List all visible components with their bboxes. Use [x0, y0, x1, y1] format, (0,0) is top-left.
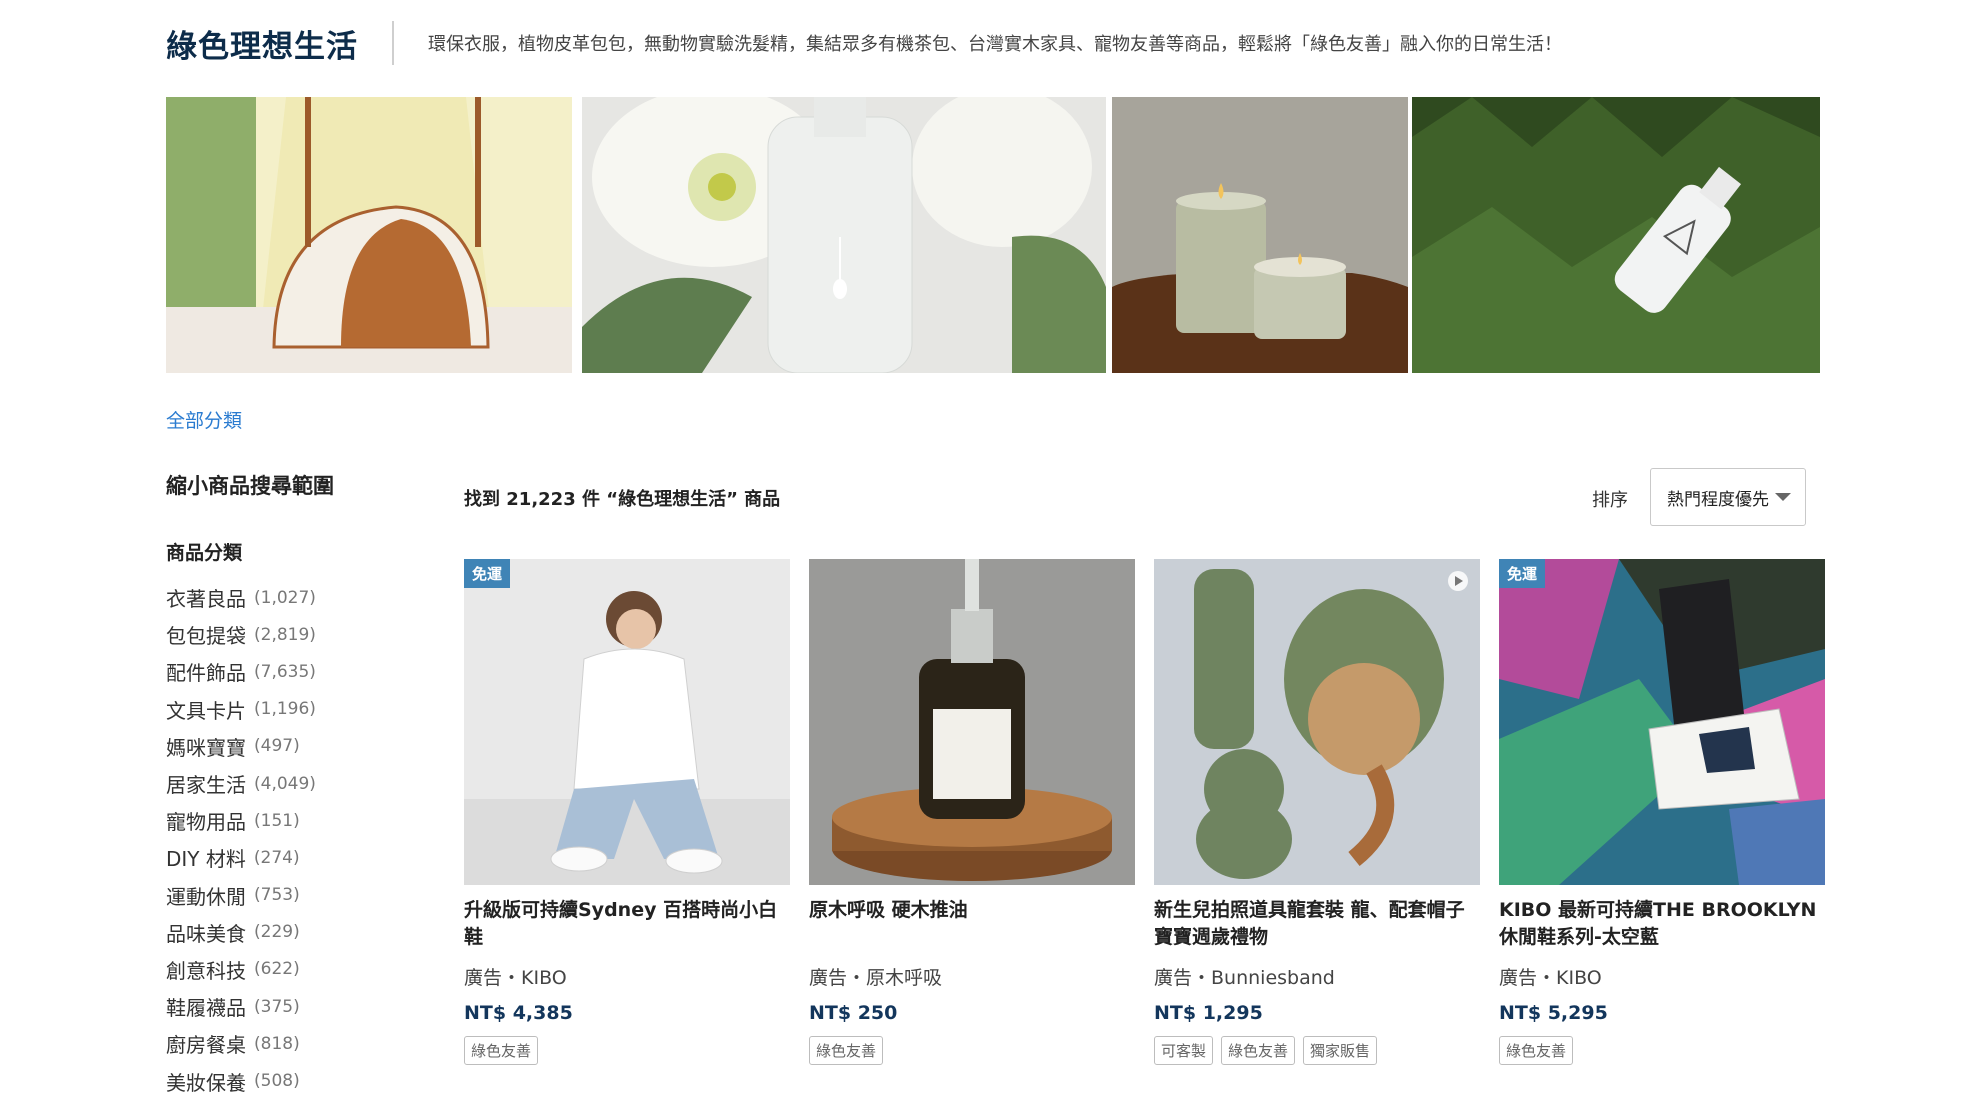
category-label: 文具卡片: [166, 698, 246, 723]
category-count: (4,049): [254, 773, 316, 794]
results-count: 找到 21,223 件 “綠色理想生活” 商品: [464, 489, 781, 510]
filter-heading: 縮小商品搜尋範圍: [166, 474, 334, 498]
product-price: NT$ 250: [809, 1002, 898, 1024]
banner-image-bag[interactable]: [166, 97, 572, 373]
category-label: DIY 材料: [166, 847, 246, 872]
product-tags: 綠色友善: [809, 1036, 1135, 1065]
category-label: 品味美食: [166, 921, 246, 946]
product-shop[interactable]: 廣告・KIBO: [1499, 963, 1825, 990]
page-subtitle: 環保衣服，植物皮革包包，無動物實驗洗髮精，集結眾多有機茶包、台灣實木家具、寵物友…: [428, 34, 1562, 55]
banner-image-bottle-grass[interactable]: [1412, 97, 1820, 373]
category-count: (7,635): [254, 661, 316, 682]
product-card[interactable]: 新生兒拍照道具龍套裝 龍、配套帽子 寶寶週歲禮物 廣告・Bunniesband …: [1154, 559, 1480, 1065]
page-header: 綠色理想生活 環保衣服，植物皮革包包，無動物實驗洗髮精，集結眾多有機茶包、台灣實…: [166, 20, 1562, 66]
product-name[interactable]: 原木呼吸 硬木推油: [809, 897, 1135, 953]
product-price: NT$ 5,295: [1499, 1002, 1608, 1024]
product-image[interactable]: [809, 559, 1135, 885]
product-card[interactable]: 原木呼吸 硬木推油 廣告・原木呼吸 NT$ 250 綠色友善: [809, 559, 1135, 1065]
category-item[interactable]: DIY 材料 (274): [166, 839, 466, 876]
category-label: 創意科技: [166, 958, 246, 983]
product-name[interactable]: 升級版可持續Sydney 百搭時尚小白鞋: [464, 897, 790, 953]
category-count: (1,027): [254, 587, 316, 608]
category-label: 美妝保養: [166, 1070, 246, 1095]
product-price: NT$ 1,295: [1154, 1002, 1263, 1024]
category-label: 媽咪寶寶: [166, 735, 246, 760]
banner-image-haircare[interactable]: [582, 97, 1106, 373]
product-tags: 可客製 綠色友善 獨家販售: [1154, 1036, 1480, 1065]
category-label: 衣著良品: [166, 587, 246, 612]
category-count: (151): [254, 810, 300, 831]
category-count: (497): [254, 736, 300, 757]
category-item[interactable]: 文具卡片 (1,196): [166, 691, 466, 728]
product-image[interactable]: 免運: [464, 559, 790, 885]
category-item[interactable]: 廚房餐桌 (818): [166, 1025, 466, 1062]
category-label: 居家生活: [166, 773, 246, 798]
category-count: (508): [254, 1071, 300, 1092]
category-item[interactable]: 運動休閒 (753): [166, 877, 466, 914]
category-list: 衣著良品 (1,027) 包包提袋 (2,819) 配件飾品 (7,635) 文具卡片 (1,…: [166, 579, 466, 1100]
filter-sidebar: 縮小商品搜尋範圍 商品分類 衣著良品 (1,027) 包包提袋 (2,819) 配件飾品…: [166, 470, 466, 1100]
category-label: 配件飾品: [166, 661, 246, 686]
product-tags: 綠色友善: [464, 1036, 790, 1065]
product-tag: 獨家販售: [1303, 1036, 1378, 1065]
category-item[interactable]: 媽咪寶寶 (497): [166, 728, 466, 765]
category-count: (818): [254, 1033, 300, 1054]
banner-image-candles[interactable]: [1112, 97, 1408, 373]
product-price: NT$ 4,385: [464, 1002, 573, 1024]
category-label: 運動休閒: [166, 884, 246, 909]
category-item[interactable]: 包包提袋 (2,819): [166, 616, 466, 653]
category-item[interactable]: 衣著良品 (1,027): [166, 579, 466, 616]
page-title: 綠色理想生活: [166, 28, 358, 65]
play-icon[interactable]: [1448, 571, 1468, 591]
category-count: (229): [254, 922, 300, 943]
category-count: (1,196): [254, 699, 316, 720]
category-item[interactable]: 美妝保養 (508): [166, 1062, 466, 1099]
category-item[interactable]: 配件飾品 (7,635): [166, 653, 466, 690]
category-label: 廚房餐桌: [166, 1033, 246, 1058]
category-count: (375): [254, 996, 300, 1017]
product-tag: 綠色友善: [1221, 1036, 1296, 1065]
category-label: 寵物用品: [166, 810, 246, 835]
category-item[interactable]: 居家生活 (4,049): [166, 765, 466, 802]
product-shop[interactable]: 廣告・Bunniesband: [1154, 963, 1480, 990]
category-section-title: 商品分類: [166, 542, 243, 564]
sort-label: 排序: [1592, 490, 1628, 511]
sort-selected-value: 熱門程度優先: [1667, 489, 1769, 510]
category-count: (622): [254, 959, 300, 980]
category-count: (274): [253, 847, 300, 868]
product-name[interactable]: KIBO 最新可持續THE BROOKLYN 休閒鞋系列-太空藍: [1499, 897, 1825, 953]
product-card[interactable]: 免運 升級版可持續Sydney 百搭時尚小白鞋 廣告・KIBO NT$ 4,38…: [464, 559, 790, 1065]
chevron-down-icon: [1775, 493, 1791, 501]
category-label: 鞋履襪品: [166, 996, 246, 1021]
product-shop[interactable]: 廣告・KIBO: [464, 963, 790, 990]
category-item[interactable]: 品味美食 (229): [166, 914, 466, 951]
category-item[interactable]: 鞋履襪品 (375): [166, 988, 466, 1025]
category-label: 包包提袋: [166, 624, 246, 649]
category-item[interactable]: 創意科技 (622): [166, 951, 466, 988]
product-name[interactable]: 新生兒拍照道具龍套裝 龍、配套帽子 寶寶週歲禮物: [1154, 897, 1480, 953]
product-tags: 綠色友善: [1499, 1036, 1825, 1065]
product-tag: 綠色友善: [1499, 1036, 1574, 1065]
category-count: (753): [254, 885, 300, 906]
product-image[interactable]: 免運: [1499, 559, 1825, 885]
product-card[interactable]: 免運 KIBO 最新可持續THE BROOKLYN 休閒鞋系列-太空藍 廣告・K…: [1499, 559, 1825, 1065]
product-tag: 綠色友善: [464, 1036, 539, 1065]
header-divider: [392, 21, 394, 65]
free-shipping-badge: 免運: [464, 559, 511, 588]
category-item[interactable]: 寵物用品 (151): [166, 802, 466, 839]
breadcrumb-all-categories[interactable]: 全部分類: [166, 406, 242, 433]
product-shop[interactable]: 廣告・原木呼吸: [809, 963, 1135, 990]
product-tag: 綠色友善: [809, 1036, 884, 1065]
sort-dropdown[interactable]: 熱門程度優先: [1650, 468, 1806, 526]
free-shipping-badge: 免運: [1499, 559, 1546, 588]
product-tag: 可客製: [1154, 1036, 1214, 1065]
category-count: (2,819): [254, 624, 316, 645]
product-image[interactable]: [1154, 559, 1480, 885]
